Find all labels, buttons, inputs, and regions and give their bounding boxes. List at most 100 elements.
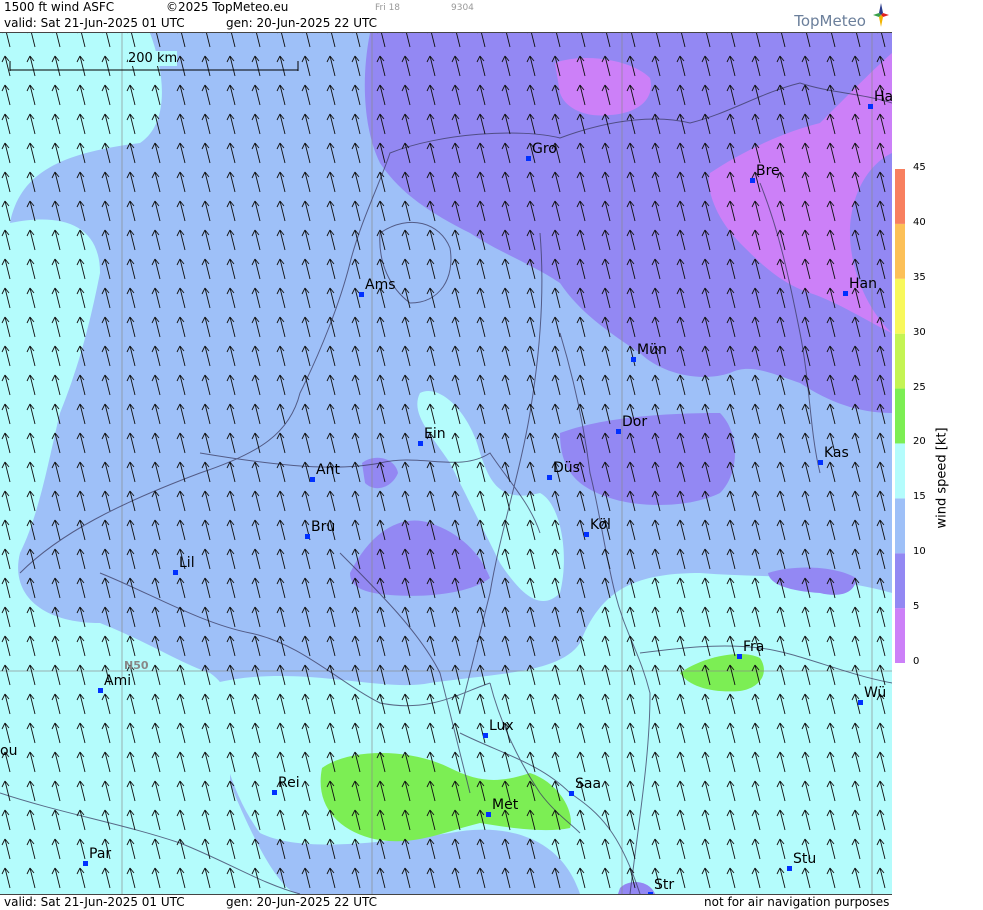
city-marker[interactable]: Düs [547, 460, 580, 480]
city-dot-icon [818, 460, 823, 465]
city-marker[interactable]: Dor [616, 414, 647, 434]
city-label: Fra [743, 639, 765, 655]
city-label: Ami [104, 673, 132, 689]
city-label: Rei [278, 775, 300, 791]
city-label: Saa [575, 776, 602, 792]
city-marker[interactable]: Ant [310, 462, 340, 482]
city-marker[interactable]: Met [486, 797, 518, 817]
city-dot-icon [616, 429, 621, 434]
city-label: Bru [311, 519, 336, 535]
city-marker[interactable]: Wü [858, 685, 886, 705]
legend-tick-label: 15 [913, 491, 926, 503]
city-marker[interactable]: Han [843, 276, 877, 296]
city-label: Ams [365, 277, 396, 293]
city-dot-icon [868, 104, 873, 109]
city-label: Köl [590, 517, 611, 533]
city-label: ou [0, 743, 18, 759]
city-marker[interactable]: Stu [787, 851, 816, 871]
wind-map[interactable]: 200 km N50 Gro Ha Bre Ams Han Mün Ein Do… [0, 33, 892, 894]
city-marker[interactable]: Lil [173, 555, 195, 575]
legend-tick-label: 45 [913, 162, 926, 173]
city-marker[interactable]: Rei [272, 775, 300, 795]
city-dot-icon [787, 866, 792, 871]
city-marker[interactable]: Köl [584, 517, 611, 537]
valid-time: valid: Sat 21-Jun-2025 01 UTC [4, 16, 185, 30]
legend-band [895, 333, 905, 389]
city-label: Dor [622, 414, 648, 430]
city-dot-icon [526, 156, 531, 161]
city-dot-icon [569, 791, 574, 796]
city-label: Str [654, 877, 675, 893]
city-label: Mün [637, 342, 667, 358]
city-dot-icon [750, 178, 755, 183]
city-marker[interactable]: Str [648, 877, 674, 894]
product-title: 1500 ft wind ASFC [4, 0, 115, 14]
legend-tick-label: 0 [913, 656, 920, 667]
footer-generated-time: gen: 20-Jun-2025 22 UTC [226, 895, 378, 909]
map-footer: valid: Sat 21-Jun-2025 01 UTC gen: 20-Ju… [0, 894, 892, 910]
brand-logo-text: TopMeteo [794, 12, 866, 30]
city-dot-icon [483, 733, 488, 738]
city-dot-icon [359, 292, 364, 297]
footer-valid-time: valid: Sat 21-Jun-2025 01 UTC [4, 895, 185, 909]
city-dot-icon [98, 688, 103, 693]
city-dot-icon [272, 790, 277, 795]
compass-logo-icon [873, 3, 889, 27]
city-label: Gro [532, 141, 557, 157]
city-marker[interactable]: Saa [569, 776, 601, 796]
legend-tick-label: 10 [913, 546, 926, 558]
day-code: Fri 18 [375, 3, 401, 13]
legend-tick-label: 20 [913, 436, 926, 448]
city-label: Lil [179, 555, 195, 571]
city-dot-icon [631, 357, 636, 362]
city-marker[interactable]: Kas [818, 445, 849, 465]
city-dot-icon [173, 570, 178, 575]
city-marker[interactable]: ou [0, 743, 17, 759]
city-marker[interactable]: Fra [737, 639, 764, 659]
city-marker[interactable]: Bru [305, 519, 335, 539]
city-dot-icon [486, 812, 491, 817]
legend-band [895, 388, 905, 444]
city-label: Ant [316, 462, 340, 478]
city-label: Par [89, 846, 112, 862]
city-marker[interactable]: Par [83, 846, 111, 866]
scale-label: 200 km [128, 51, 178, 66]
city-marker[interactable]: Lux [483, 718, 514, 738]
map-header: 1500 ft wind ASFC ©2025 TopMeteo.eu Fri … [0, 0, 892, 33]
city-label: Ein [424, 426, 446, 442]
legend-band [895, 223, 905, 279]
legend-band [895, 498, 905, 554]
legend-band [895, 169, 905, 224]
city-marker[interactable]: Gro [526, 141, 557, 161]
city-label: Ha [874, 89, 892, 105]
city-dot-icon [83, 861, 88, 866]
run-code: 9304 [451, 3, 474, 13]
city-dot-icon [547, 475, 552, 480]
legend-tick-label: 35 [913, 271, 926, 283]
disclaimer-text: not for air navigation purposes [704, 895, 890, 909]
city-marker[interactable]: Ein [418, 426, 446, 446]
legend-unit-label: wind speed [kt] [934, 427, 950, 529]
city-label: Lux [489, 718, 514, 734]
city-label: Wü [864, 685, 887, 701]
city-label: Met [492, 797, 519, 813]
legend-tick-label: 25 [913, 381, 926, 393]
legend-tick-label: 40 [913, 216, 926, 228]
city-dot-icon [418, 441, 423, 446]
legend-band [895, 553, 905, 609]
city-marker[interactable]: Bre [750, 163, 780, 183]
city-marker[interactable]: Ami [98, 673, 131, 693]
latitude-label: N50 [124, 659, 149, 672]
generated-time: gen: 20-Jun-2025 22 UTC [226, 16, 378, 30]
city-marker[interactable]: Mün [631, 342, 667, 362]
city-dot-icon [858, 700, 863, 705]
city-dot-icon [310, 477, 315, 482]
city-marker[interactable]: Ams [359, 277, 396, 297]
city-dot-icon [305, 534, 310, 539]
city-marker[interactable]: Ha [868, 89, 892, 109]
city-dot-icon [584, 532, 589, 537]
city-dot-icon [737, 654, 742, 659]
legend-band [895, 443, 905, 499]
legend-band [895, 608, 905, 663]
copyright-text: ©2025 TopMeteo.eu [166, 0, 289, 14]
